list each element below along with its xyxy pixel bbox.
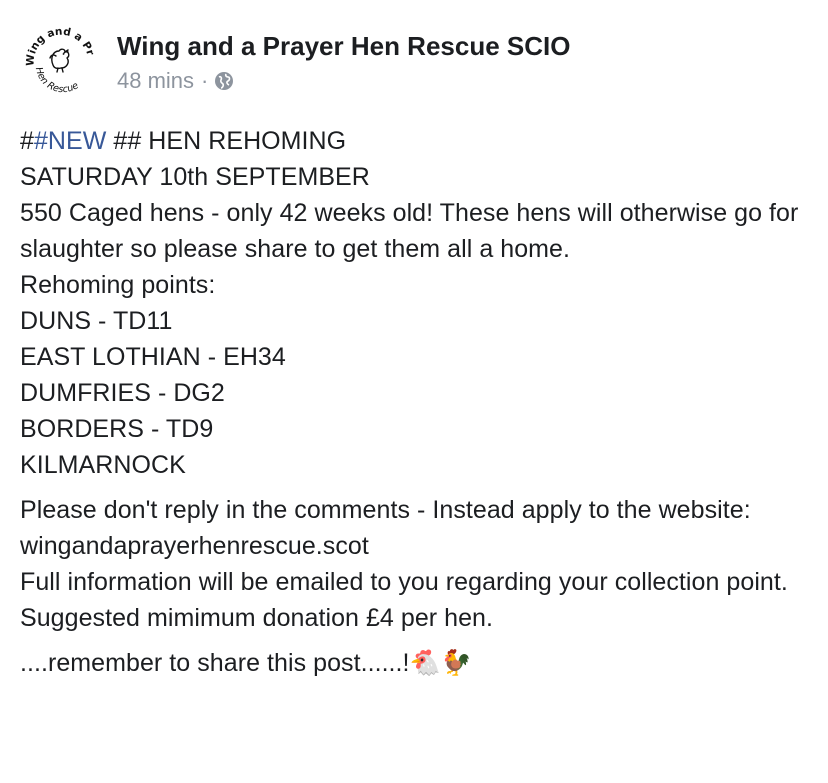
rehoming-point: KILMARNOCK <box>20 451 186 479</box>
date-line: SATURDAY 10th SEPTEMBER <box>20 163 370 191</box>
chicken-rooster-emoji-icon: 🐔🐓 <box>409 649 472 677</box>
rehoming-point: DUMFRIES - DG2 <box>20 379 225 407</box>
headline: ##NEW ## HEN REHOMING <box>20 123 810 159</box>
info-text: Full information will be emailed to you … <box>20 568 788 596</box>
svg-text:Wing and a Prayer: Wing and a Prayer <box>20 18 97 66</box>
avatar[interactable]: Wing and a Prayer Hen Rescue <box>20 18 102 100</box>
hashtag-new[interactable]: #NEW <box>34 127 106 155</box>
hashtag-prefix: # <box>20 127 34 155</box>
post-header: Wing and a Prayer Hen Rescue Wing and a … <box>20 18 810 100</box>
points-heading: Rehoming points: <box>20 271 216 299</box>
donation-text: Suggested mimimum donation £4 per hen. <box>20 604 494 632</box>
post-meta: 48 mins · <box>117 67 234 95</box>
share-reminder-line: ....remember to share this post......!🐔🐓 <box>20 645 810 681</box>
logo-text-top: Wing and a Prayer <box>20 18 97 66</box>
hen-logo-icon: Wing and a Prayer Hen Rescue <box>20 18 97 95</box>
facebook-post: Wing and a Prayer Hen Rescue Wing and a … <box>0 0 828 783</box>
globe-icon[interactable] <box>214 71 234 91</box>
page-name[interactable]: Wing and a Prayer Hen Rescue SCIO <box>117 31 570 62</box>
apply-text: Please don't reply in the comments - Ins… <box>20 496 751 560</box>
meta-separator: · <box>201 68 209 93</box>
post-timestamp[interactable]: 48 mins <box>117 68 194 94</box>
rehoming-point: BORDERS - TD9 <box>20 415 214 443</box>
rehoming-point: EAST LOTHIAN - EH34 <box>20 343 286 371</box>
description: 550 Caged hens - only 42 weeks old! Thes… <box>20 199 799 263</box>
headline-rest: ## HEN REHOMING <box>106 127 347 155</box>
rehoming-point: DUNS - TD11 <box>20 307 173 335</box>
share-reminder: ....remember to share this post......! <box>20 649 410 677</box>
post-body: ##NEW ## HEN REHOMING SATURDAY 10th SEPT… <box>20 123 810 681</box>
